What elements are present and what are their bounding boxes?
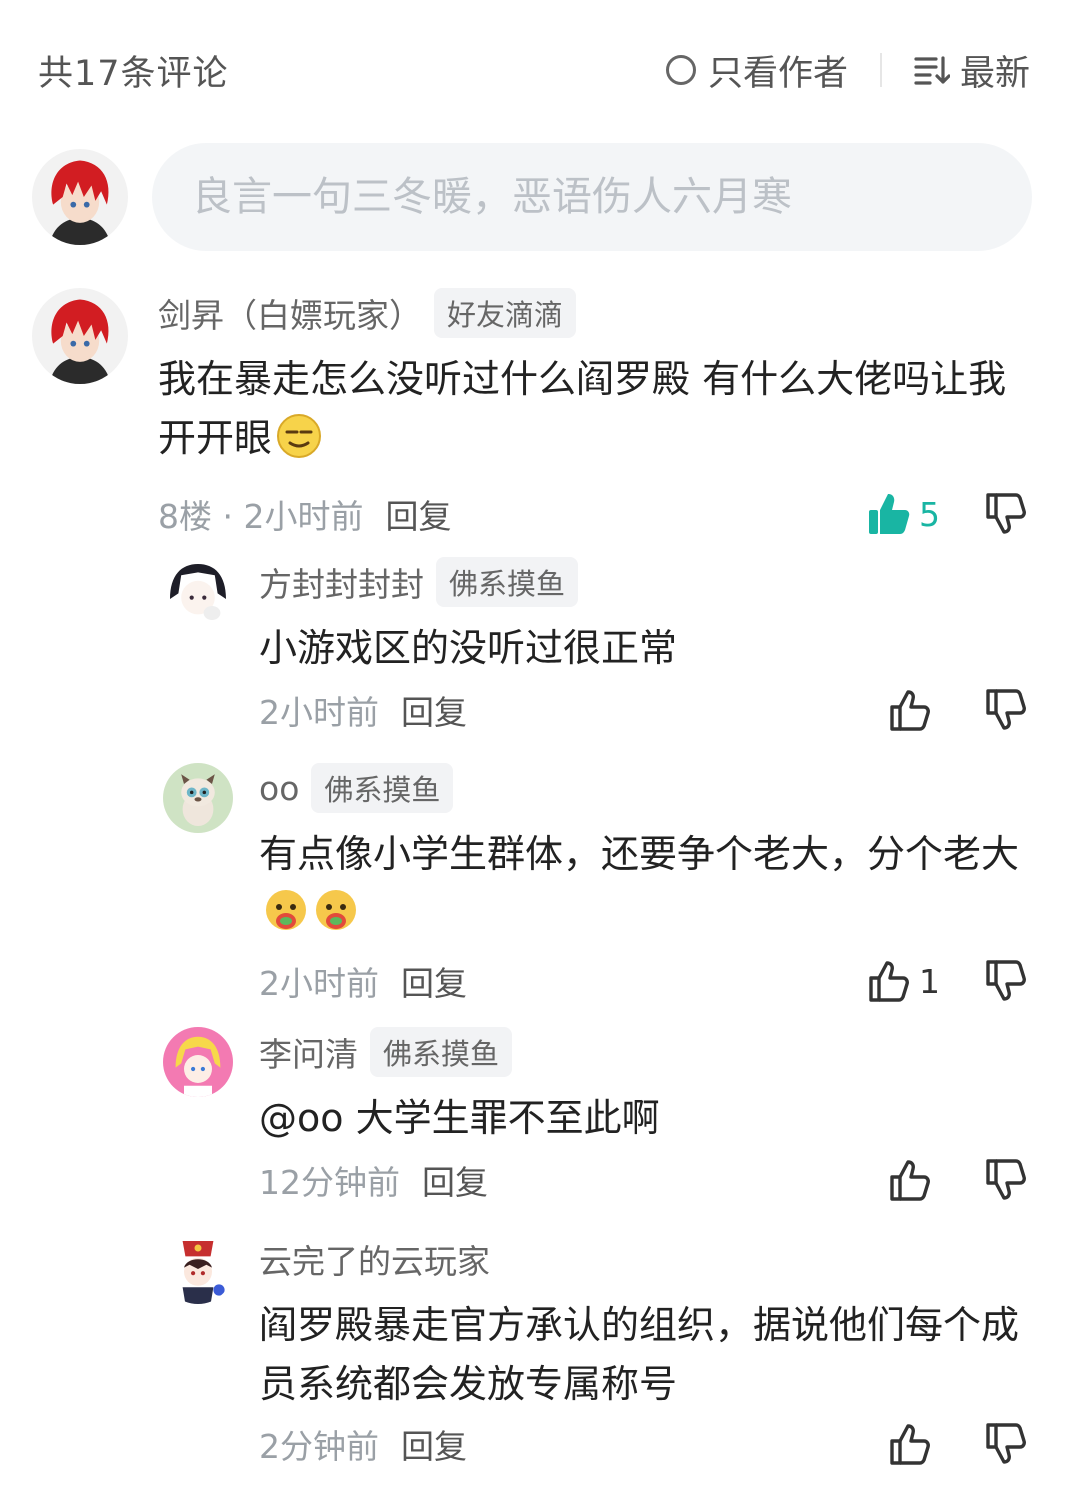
thumb-up-icon [886,686,934,734]
reply-button[interactable]: 回复 [401,1420,467,1468]
comment-composer [32,142,1032,252]
comment-meta: 12分钟前 [259,1163,400,1202]
comment-meta: 2小时前 [259,693,379,732]
comment-meta: 2分钟前 [259,1427,379,1466]
like-button[interactable]: 5 [865,490,940,538]
dislike-button[interactable] [982,957,1030,1005]
reply-item: oo 佛系摸鱼 有点像小学生群体，还要争个老大，分个老大 2小时前 回复 1 [163,763,1030,1011]
like-button[interactable] [886,1420,940,1468]
thumb-up-icon [886,1156,934,1204]
user-badge: 好友滴滴 [434,288,577,338]
reply-item: 云完了的云玩家 阎罗殿暴走官方承认的组织，据说他们每个成员系统都会发放专属称号 … [163,1234,1030,1474]
thumb-down-icon [982,1420,1030,1468]
like-button[interactable] [886,1156,940,1204]
comments-header: 共17条评论 只看作者 最新 [38,38,1030,102]
thumb-down-icon [982,1156,1030,1204]
thumb-down-icon [982,957,1030,1005]
commenter-name[interactable]: 云完了的云玩家 [259,1235,490,1283]
sort-button[interactable]: 最新 [914,45,1030,96]
commenter-name[interactable]: 剑昇（白嫖玩家） [158,289,422,337]
reply-button[interactable]: 回复 [401,957,467,1005]
commenter-avatar[interactable] [163,1027,233,1097]
eating-emoji-icon [313,888,359,951]
thumb-up-icon [886,1420,934,1468]
comment-meta: 8楼 · 2小时前 [158,497,364,536]
comment-text: 阎罗殿暴走官方承认的组织，据说他们每个成员系统都会发放专属称号 [259,1303,1020,1406]
comment-text: @oo 大学生罪不至此啊 [259,1096,660,1140]
comment-meta: 2小时前 [259,964,379,1003]
commenter-name[interactable]: 李问清 [259,1028,358,1076]
comment-text: 我在暴走怎么没听过什么阎罗殿 有什么大佬吗让我开开眼 [158,350,1018,476]
thumb-up-icon [865,957,913,1005]
like-button[interactable]: 1 [865,957,940,1005]
user-badge: 佛系摸鱼 [370,1027,513,1077]
thumb-down-icon [982,490,1030,538]
commenter-avatar[interactable] [163,1234,233,1304]
sort-icon [914,56,950,85]
comment-text: 有点像小学生群体，还要争个老大，分个老大 [259,825,1029,951]
reply-button[interactable]: 回复 [422,1156,488,1204]
comment-item: 剑昇（白嫖玩家） 好友滴滴 我在暴走怎么没听过什么阎罗殿 有什么大佬吗让我开开眼… [32,288,1030,544]
reply-button[interactable]: 回复 [401,686,467,734]
comment-count: 共17条评论 [38,53,229,94]
reply-button[interactable]: 回复 [385,490,451,538]
divider [879,53,882,87]
commenter-name[interactable]: oo [259,769,299,808]
thumb-up-filled-icon [865,490,913,538]
commenter-avatar[interactable] [32,288,128,384]
comment-text: 小游戏区的没听过很正常 [259,626,678,670]
user-badge: 佛系摸鱼 [436,557,579,607]
author-only-toggle[interactable]: 只看作者 [665,45,848,96]
comment-input[interactable] [152,143,1032,251]
commenter-name[interactable]: 方封封封封 [259,558,424,606]
dislike-button[interactable] [982,1156,1030,1204]
sort-label: 最新 [959,53,1030,94]
author-only-label: 只看作者 [707,53,848,94]
user-avatar[interactable] [32,149,128,245]
reply-item: 方封封封封 佛系摸鱼 小游戏区的没听过很正常 2小时前 回复 [163,557,1030,740]
reply-item: 李问清 佛系摸鱼 @oo 大学生罪不至此啊 12分钟前 回复 [163,1027,1030,1210]
dislike-button[interactable] [982,1420,1030,1468]
like-count: 1 [919,961,940,1001]
user-badge: 佛系摸鱼 [311,763,454,813]
like-count: 5 [919,494,940,534]
like-button[interactable] [886,686,940,734]
thumb-down-icon [982,686,1030,734]
dislike-button[interactable] [982,490,1030,538]
comment-text-content: 有点像小学生群体，还要争个老大，分个老大 [259,832,1020,876]
commenter-avatar[interactable] [163,557,233,627]
commenter-avatar[interactable] [163,763,233,833]
smug-emoji-icon [276,413,322,476]
radio-circle-icon[interactable] [665,55,696,85]
eating-emoji-icon [263,888,309,951]
dislike-button[interactable] [982,686,1030,734]
